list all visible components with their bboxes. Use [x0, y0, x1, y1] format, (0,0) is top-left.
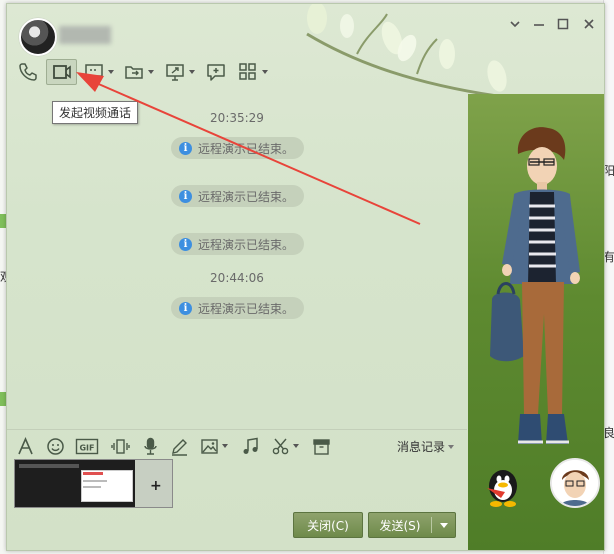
message-timestamp: 20:44:06	[210, 271, 264, 285]
video-call-icon	[52, 65, 71, 79]
scissors-icon	[272, 438, 289, 454]
svg-text:GIF: GIF	[79, 443, 94, 452]
chevron-down-icon	[293, 444, 299, 448]
qq-penguin-logo	[487, 470, 517, 507]
message-history-label: 消息记录	[397, 440, 446, 454]
system-message: i 远程演示已结束。	[171, 297, 305, 319]
system-message-text: 远程演示已结束。	[198, 301, 295, 316]
close-icon	[584, 19, 594, 29]
voice-message-button[interactable]	[141, 436, 160, 456]
send-options-dropdown[interactable]	[432, 522, 455, 528]
shake-icon	[111, 438, 130, 454]
minimize-button[interactable]	[527, 14, 551, 34]
attached-image-thumbnail[interactable]: +	[14, 459, 173, 508]
send-button[interactable]: 发送(S)	[368, 512, 456, 538]
draw-button[interactable]	[170, 436, 189, 456]
maximize-button[interactable]	[551, 14, 575, 34]
window-menu-button[interactable]	[503, 14, 527, 34]
file-transfer-button[interactable]	[123, 60, 154, 84]
chevron-down-icon	[148, 70, 154, 74]
chevron-down-icon	[189, 70, 195, 74]
chevron-down-icon	[222, 444, 228, 448]
shake-button[interactable]	[111, 436, 130, 456]
info-icon: i	[179, 237, 192, 251]
music-icon	[243, 437, 258, 454]
font-icon	[18, 436, 33, 454]
self-avatar[interactable]	[550, 458, 600, 508]
system-message-text: 远程演示已结束。	[198, 237, 295, 252]
file-transfer-icon	[125, 66, 143, 79]
close-chat-button[interactable]: 关闭(C)	[293, 512, 363, 538]
system-message: i 远程演示已结束。	[171, 137, 305, 159]
info-icon: i	[179, 189, 192, 203]
archive-icon	[313, 438, 330, 455]
phone-icon	[19, 63, 37, 81]
new-message-button[interactable]	[205, 60, 227, 84]
remote-desktop-button[interactable]	[164, 60, 195, 84]
chevron-down-icon	[439, 522, 448, 528]
emoji-button[interactable]	[46, 436, 65, 456]
info-icon: i	[179, 141, 192, 155]
archive-button[interactable]	[312, 436, 331, 456]
system-message: i 远程演示已结束。	[171, 233, 305, 255]
gif-icon: GIF	[75, 438, 99, 454]
contact-avatar[interactable]	[19, 18, 57, 56]
close-chat-label: 关闭(C)	[307, 518, 349, 533]
qq-chat-window: 20:35:29 i 远程演示已结束。 i 远程演示已结束。 i 远程演示已结束…	[6, 3, 605, 551]
message-history-link[interactable]: 消息记录	[397, 438, 455, 455]
self-avatar-image	[552, 460, 598, 506]
voice-icon	[144, 437, 157, 455]
screen-share-icon	[85, 64, 103, 81]
screenshot-button[interactable]	[271, 436, 299, 456]
voice-call-button[interactable]	[17, 60, 39, 84]
chevron-down-icon	[262, 70, 268, 74]
emoji-icon	[47, 437, 64, 455]
chevron-down-icon	[448, 444, 455, 449]
system-message-text: 远程演示已结束。	[198, 141, 295, 156]
video-call-tooltip: 发起视频通话	[52, 101, 139, 124]
screen-share-button[interactable]	[83, 60, 114, 84]
chevron-down-icon	[108, 70, 114, 74]
system-message-text: 远程演示已结束。	[198, 189, 295, 204]
chat-history[interactable]: 20:35:29 i 远程演示已结束。 i 远程演示已结束。 i 远程演示已结束…	[7, 99, 467, 429]
font-button[interactable]	[16, 436, 35, 456]
maximize-icon	[557, 18, 569, 30]
image-button[interactable]	[200, 436, 228, 456]
close-window-button[interactable]	[577, 14, 601, 34]
image-icon	[201, 438, 218, 454]
gif-button[interactable]: GIF	[75, 436, 99, 456]
music-button[interactable]	[241, 436, 260, 456]
video-call-button[interactable]	[46, 59, 77, 85]
chevron-down-icon	[510, 21, 520, 28]
remote-desktop-icon	[166, 64, 184, 81]
send-label: 发送(S)	[379, 518, 421, 533]
apps-button[interactable]	[237, 60, 268, 84]
system-message: i 远程演示已结束。	[171, 185, 305, 207]
apps-grid-icon	[239, 63, 256, 80]
message-add-icon	[207, 64, 225, 81]
plus-icon: +	[150, 478, 162, 494]
draw-icon	[172, 438, 187, 456]
input-toolbar: GIF 消息记录	[7, 429, 467, 460]
info-icon: i	[179, 301, 192, 315]
contact-name[interactable]	[59, 26, 111, 44]
minimize-icon	[534, 24, 544, 26]
